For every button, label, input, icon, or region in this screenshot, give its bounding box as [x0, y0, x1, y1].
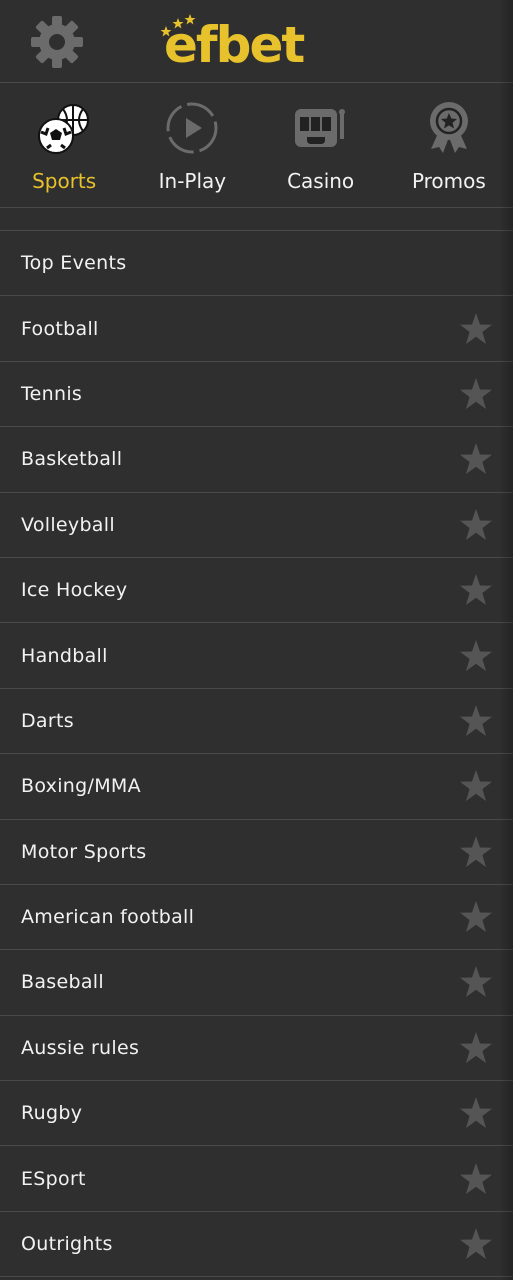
sport-item[interactable]: Basketball [0, 427, 513, 493]
favorite-star-icon[interactable] [459, 377, 493, 411]
sport-item-label: Ice Hockey [21, 579, 128, 602]
tab-sports[interactable]: Sports [0, 83, 128, 207]
sport-item-label: Top Events [21, 252, 127, 275]
sport-item[interactable]: Football [0, 296, 513, 362]
favorite-star-icon[interactable] [459, 769, 493, 803]
sport-item-label: Aussie rules [21, 1036, 140, 1059]
sport-item-label: Boxing/MMA [21, 775, 141, 798]
efbet-logo[interactable]: efbet [160, 14, 350, 74]
favorite-star-icon[interactable] [459, 1162, 493, 1196]
sport-item[interactable]: Outrights [0, 1212, 513, 1278]
sport-item-label: Motor Sports [21, 840, 147, 863]
sport-item[interactable]: Handball [0, 623, 513, 689]
header: efbet [0, 0, 513, 83]
tab-label: Casino [287, 169, 355, 193]
favorite-star-icon[interactable] [459, 508, 493, 542]
tab-casino[interactable]: Casino [257, 83, 385, 207]
favorite-star-icon[interactable] [459, 900, 493, 934]
sports-list: Top Events Football Tennis Basketball Volley… [0, 231, 513, 1278]
sport-item[interactable]: Volleyball [0, 493, 513, 558]
scrolled-row-partial [0, 208, 513, 231]
sports-balls-icon [38, 104, 90, 154]
sport-item[interactable]: Darts [0, 689, 513, 755]
sport-item[interactable]: American football [0, 885, 513, 951]
svg-text:efbet: efbet [164, 16, 304, 69]
sport-item-label: Outrights [21, 1233, 113, 1256]
sport-item-label: Volleyball [21, 513, 115, 536]
tab-label: Promos [411, 169, 486, 193]
sport-item[interactable]: Top Events [0, 231, 513, 297]
sport-item[interactable]: Motor Sports [0, 820, 513, 885]
sport-item[interactable]: Baseball [0, 950, 513, 1016]
favorite-star-icon[interactable] [459, 312, 493, 346]
sport-item-label: ESport [21, 1167, 86, 1190]
favorite-star-icon[interactable] [459, 442, 493, 476]
tab-promos[interactable]: Promos [385, 83, 513, 207]
tab-label: Sports [32, 169, 97, 193]
award-ribbon-icon [429, 102, 468, 153]
gear-icon[interactable] [30, 15, 84, 69]
sport-item-label: Tennis [21, 382, 83, 405]
favorite-star-icon[interactable] [459, 835, 493, 869]
sport-item[interactable]: Aussie rules [0, 1016, 513, 1082]
main-tabs: Sports In-Play Casino Promos [0, 83, 513, 208]
tab-label: In-Play [158, 169, 227, 193]
favorite-star-icon[interactable] [459, 1031, 493, 1065]
sport-item-label: Basketball [21, 448, 123, 471]
sport-item-label: Handball [21, 644, 108, 667]
tab-in-play[interactable]: In-Play [128, 83, 256, 207]
favorite-star-icon[interactable] [459, 639, 493, 673]
sport-item[interactable]: Tennis [0, 362, 513, 428]
play-circle-icon [166, 102, 218, 154]
sport-item-label: Darts [21, 709, 74, 732]
sport-item[interactable]: Boxing/MMA [0, 754, 513, 820]
sport-item[interactable]: ESport [0, 1146, 513, 1212]
sport-item-label: Baseball [21, 971, 104, 994]
sport-item-label: American football [21, 906, 195, 929]
sport-item-label: Football [21, 317, 99, 340]
sport-item-label: Rugby [21, 1102, 83, 1125]
favorite-star-icon[interactable] [459, 573, 493, 607]
favorite-star-icon[interactable] [459, 1096, 493, 1130]
favorite-star-icon[interactable] [459, 1227, 493, 1261]
sport-item[interactable]: Rugby [0, 1081, 513, 1147]
sport-item[interactable]: Ice Hockey [0, 558, 513, 624]
favorite-star-icon[interactable] [459, 965, 493, 999]
favorite-star-icon[interactable] [459, 704, 493, 738]
slot-machine-icon [294, 109, 345, 147]
